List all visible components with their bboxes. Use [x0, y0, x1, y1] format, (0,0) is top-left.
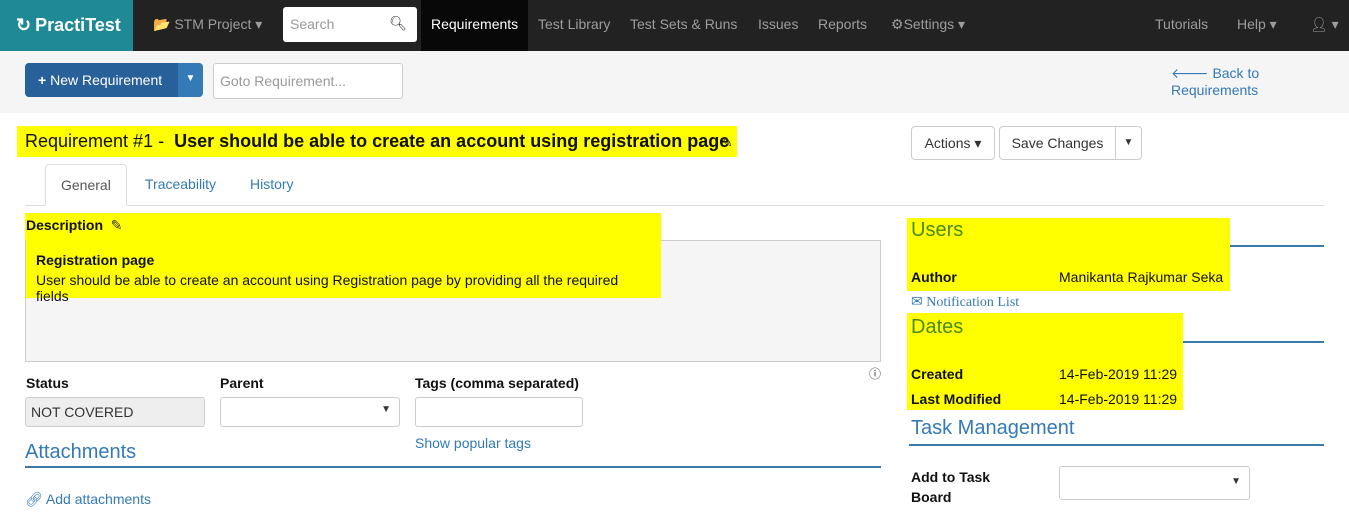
nav-tutorials[interactable]: Tutorials — [1155, 0, 1208, 51]
page-title: Requirement #1 - User should be able to … — [17, 126, 738, 157]
parent-label: Parent — [220, 375, 264, 391]
tags-input[interactable] — [415, 397, 583, 427]
info-icon[interactable]: ⓘ — [869, 365, 881, 382]
nav-settings[interactable]: ⚙Settings ▾ — [891, 0, 965, 51]
description-label: Description ✎ — [25, 213, 661, 240]
tab-history[interactable]: History — [235, 164, 309, 206]
tags-label: Tags (comma separated) — [415, 375, 579, 391]
created-label: Created — [911, 366, 964, 382]
users-heading: Users — [911, 219, 964, 241]
gear-icon: ⚙ — [891, 16, 904, 32]
notification-list-link[interactable]: ✉ Notification List — [911, 294, 1019, 311]
save-dropdown[interactable]: ▼ — [1115, 126, 1142, 160]
parent-select[interactable]: ▼ — [220, 397, 400, 427]
status-field: NOT COVERED — [25, 397, 205, 427]
status-label: Status — [26, 375, 69, 391]
logo[interactable]: ↻ PractiTest — [0, 0, 133, 51]
created-value: 14-Feb-2019 11:29 — [1059, 366, 1178, 382]
last-modified-label: Last Modified — [911, 391, 1002, 407]
edit-title-icon[interactable]: ✎ — [721, 134, 733, 151]
search-icon[interactable]: 🔍︎ — [389, 15, 407, 32]
tab-general[interactable]: General — [45, 164, 127, 206]
description-content: Registration page User should be able to … — [26, 240, 661, 304]
folder-icon: 📂 — [153, 16, 171, 32]
save-changes-button[interactable]: Save Changes — [999, 126, 1116, 160]
nav-test-library[interactable]: Test Library — [538, 0, 610, 51]
task-board-label: Add to Task Board — [911, 469, 991, 505]
author-value: Manikanta Rajkumar Seka — [1059, 269, 1224, 285]
paperclip-icon: 🔗︎ — [25, 491, 43, 507]
nav-issues[interactable]: Issues — [758, 0, 798, 51]
task-management-heading: Task Management — [911, 417, 1075, 439]
back-to-requirements-link[interactable]: 🡐 Back to Requirements — [1171, 65, 1349, 98]
plus-icon: + — [38, 72, 47, 88]
task-board-select[interactable]: ▼ — [1059, 466, 1250, 500]
new-requirement-button[interactable]: + New Requirement — [25, 63, 178, 97]
divider — [25, 466, 881, 468]
dates-heading: Dates — [911, 316, 964, 338]
attachments-heading: Attachments — [25, 441, 137, 463]
actions-button[interactable]: Actions ▾ — [911, 126, 995, 160]
nav-requirements[interactable]: Requirements — [421, 0, 529, 51]
logo-icon: ↻ — [16, 15, 32, 35]
nav-reports[interactable]: Reports — [818, 0, 867, 51]
add-attachments-link[interactable]: 🔗︎ Add attachments — [25, 491, 151, 508]
new-requirement-dropdown[interactable]: ▼ — [178, 63, 203, 97]
tab-traceability[interactable]: Traceability — [130, 164, 231, 206]
user-icon: 👤︎ — [1310, 16, 1328, 32]
author-label: Author — [911, 269, 957, 285]
nav-test-sets-runs[interactable]: Test Sets & Runs — [630, 0, 737, 51]
envelope-icon: ✉ — [911, 295, 923, 310]
project-dropdown[interactable]: 📂 STM Project ▾ — [153, 0, 262, 51]
edit-description-icon[interactable]: ✎ — [107, 217, 123, 233]
show-popular-tags-link[interactable]: Show popular tags — [415, 435, 531, 451]
arrow-left-icon: 🡐 — [1171, 65, 1209, 81]
nav-help[interactable]: Help ▾ — [1237, 0, 1277, 51]
user-menu[interactable]: 👤︎ ▾ — [1310, 0, 1339, 51]
goto-requirement-input[interactable]: Goto Requirement... — [213, 63, 403, 99]
last-modified-value: 14-Feb-2019 11:29 — [1059, 391, 1178, 407]
search-input[interactable]: Search 🔍︎ — [283, 7, 417, 42]
divider — [909, 444, 1324, 446]
